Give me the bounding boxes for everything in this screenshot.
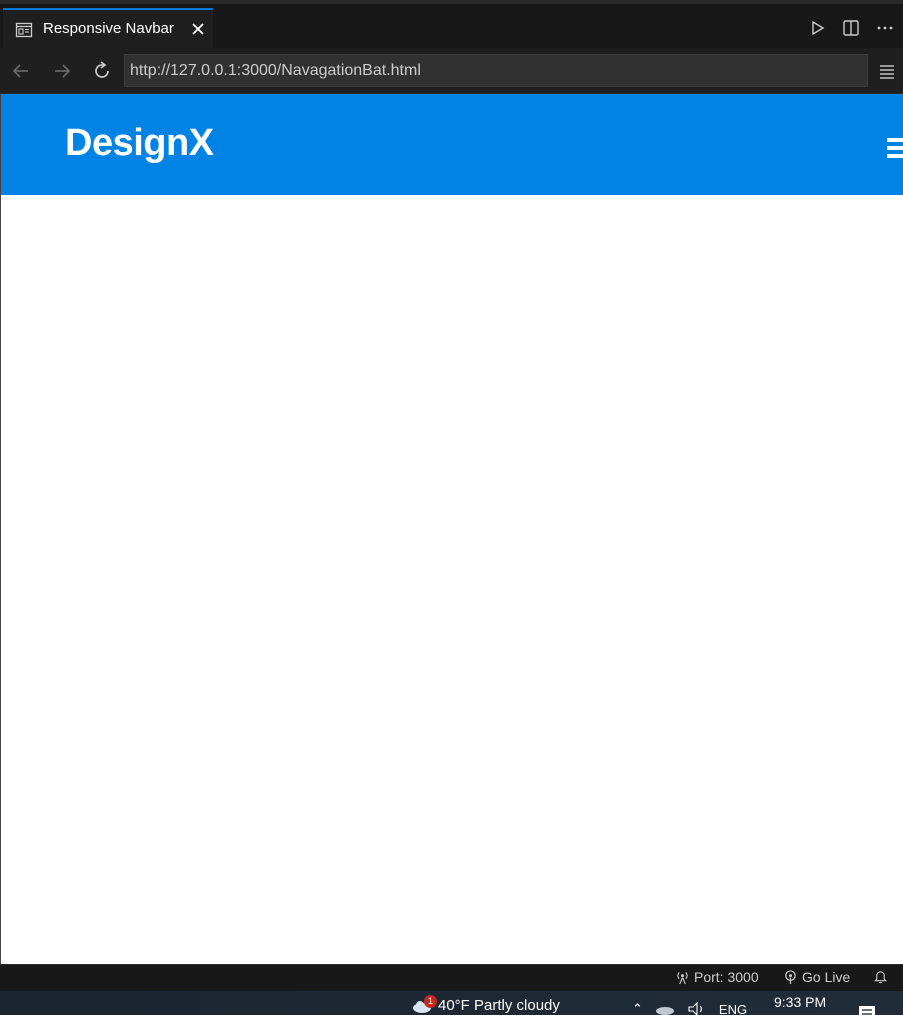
port-status[interactable]: Port: 3000	[675, 969, 759, 985]
port-label: Port: 3000	[694, 969, 759, 985]
notifications-button[interactable]	[873, 969, 888, 984]
weather-badge: 1	[424, 994, 437, 1008]
site-logo[interactable]: DesignX	[65, 122, 214, 165]
weather-text: 40°F Partly cloudy	[438, 997, 560, 1014]
menu-icon[interactable]	[878, 62, 896, 80]
more-actions-icon[interactable]	[875, 18, 895, 38]
page-viewport: DesignX	[0, 94, 903, 964]
close-icon[interactable]	[189, 20, 207, 38]
editor-tab-bar: Responsive Navbar	[0, 0, 903, 48]
broadcast-icon	[677, 971, 688, 984]
browser-nav-bar: http://127.0.0.1:3000/NavagationBat.html	[0, 48, 903, 94]
tab-title: Responsive Navbar	[43, 20, 174, 37]
tab-actions	[807, 18, 895, 38]
split-editor-icon[interactable]	[841, 18, 861, 38]
forward-arrow-icon[interactable]	[51, 60, 73, 82]
run-icon[interactable]	[807, 18, 827, 38]
status-bar: Port: 3000 Go Live	[0, 964, 903, 991]
cloud-icon: 1	[412, 994, 437, 1013]
url-input[interactable]: http://127.0.0.1:3000/NavagationBat.html	[124, 54, 868, 87]
reload-icon[interactable]	[91, 60, 113, 82]
language-indicator[interactable]: ENG	[719, 1002, 747, 1015]
clock[interactable]: 9:33 PM	[774, 994, 826, 1010]
volume-icon[interactable]	[687, 1002, 707, 1015]
chevron-up-icon[interactable]: ⌃	[632, 1001, 643, 1015]
windows-taskbar: 1 40°F Partly cloudy ⌃ ENG 9:33 PM	[0, 991, 903, 1015]
back-arrow-icon[interactable]	[10, 60, 32, 82]
go-live-icon	[785, 969, 796, 984]
tab-responsive-navbar[interactable]: Responsive Navbar	[3, 8, 213, 48]
onedrive-cloud-icon[interactable]	[655, 1003, 675, 1015]
system-tray: ⌃ ENG	[632, 1001, 747, 1015]
weather-widget[interactable]: 1 40°F Partly cloudy	[412, 994, 560, 1014]
bell-icon	[873, 971, 888, 984]
browser-preview-icon	[15, 22, 33, 38]
site-header: DesignX	[1, 94, 903, 195]
go-live-button[interactable]: Go Live	[783, 969, 850, 985]
go-live-label: Go Live	[802, 969, 851, 985]
action-center-icon[interactable]	[858, 1005, 876, 1015]
hamburger-menu-icon[interactable]	[887, 138, 903, 160]
